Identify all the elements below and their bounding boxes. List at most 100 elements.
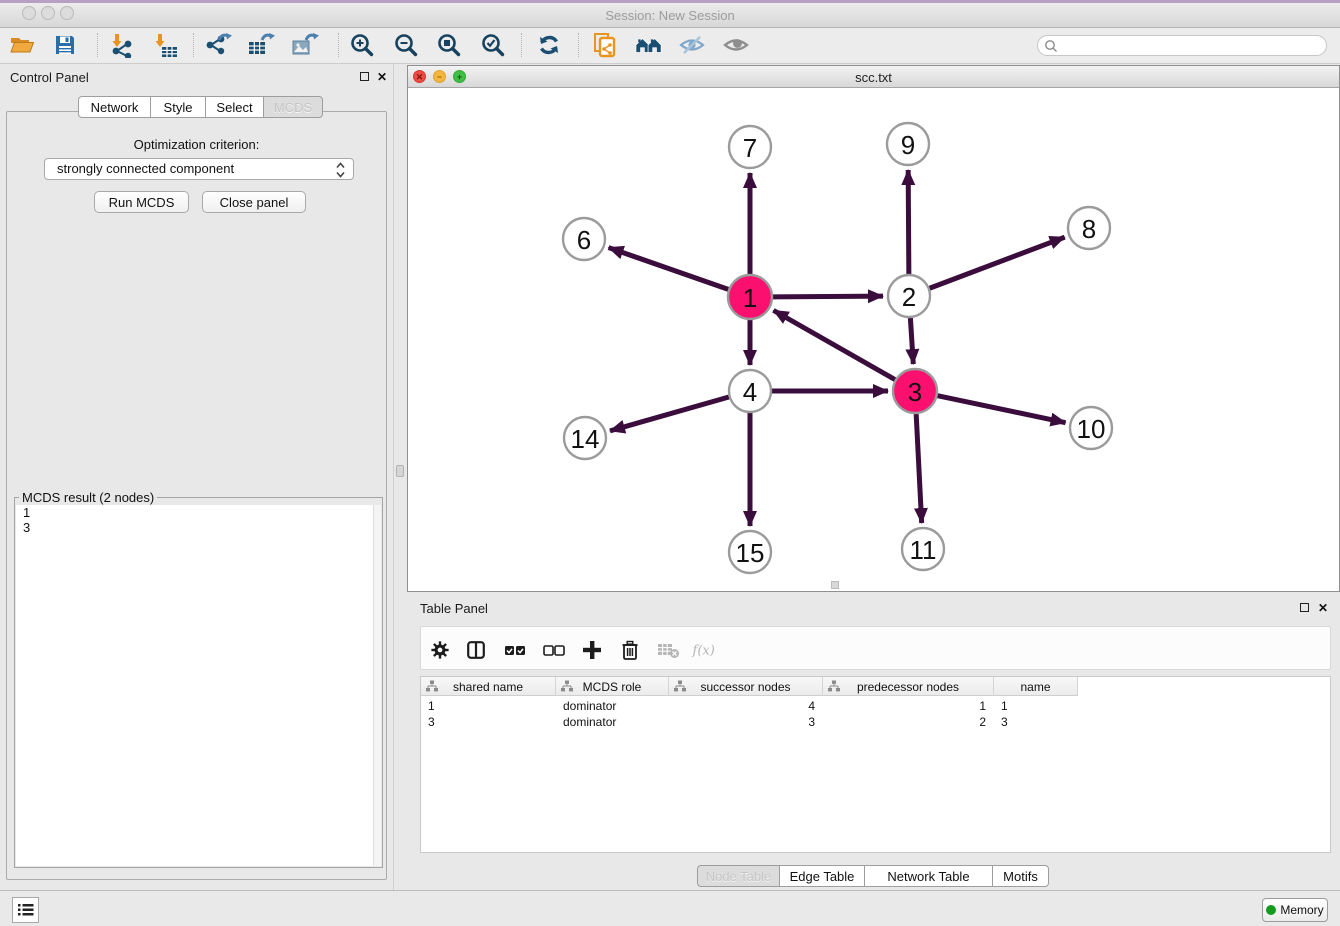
zoom-selected-icon[interactable] xyxy=(479,31,507,59)
panel-splitter-handle[interactable] xyxy=(396,465,404,477)
column-edit-icon xyxy=(674,680,686,692)
save-icon[interactable] xyxy=(51,31,79,59)
unselect-all-icon[interactable] xyxy=(541,637,567,663)
export-network-icon[interactable] xyxy=(204,31,232,59)
toolbar-separator xyxy=(578,33,579,57)
graph-node-label-15: 15 xyxy=(736,538,765,568)
mcds-result-item[interactable]: 3 xyxy=(16,520,381,535)
node-table: shared nameMCDS rolesuccessor nodesprede… xyxy=(420,676,1331,853)
table-panel-header: Table Panel ✕ xyxy=(407,598,1340,620)
search-input[interactable] xyxy=(1037,35,1327,56)
open-folder-icon[interactable] xyxy=(8,31,36,59)
table-cell[interactable]: dominator xyxy=(563,698,666,714)
toolbar-separator xyxy=(97,33,98,57)
import-network-icon[interactable] xyxy=(108,31,136,59)
close-panel-icon[interactable]: ✕ xyxy=(377,71,387,83)
share-document-icon[interactable] xyxy=(591,31,619,59)
graph-node-label-7: 7 xyxy=(743,133,757,163)
toolbar-separator xyxy=(521,33,522,57)
edge-2-3[interactable] xyxy=(910,318,913,364)
mcds-result-item[interactable]: 1 xyxy=(16,505,381,520)
columns-icon[interactable] xyxy=(463,637,489,663)
table-cell[interactable]: 1 xyxy=(823,698,986,714)
table-close-icon[interactable]: ✕ xyxy=(1318,602,1328,614)
table-cell[interactable]: dominator xyxy=(563,714,666,730)
close-panel-button[interactable]: Close panel xyxy=(202,191,306,213)
memory-label: Memory xyxy=(1280,903,1323,917)
column-header-successor-nodes[interactable]: successor nodes xyxy=(669,677,823,696)
gear-icon[interactable] xyxy=(427,637,453,663)
table-cell[interactable]: 4 xyxy=(669,698,815,714)
control-panel-border xyxy=(393,64,394,890)
graph-node-label-2: 2 xyxy=(902,282,916,312)
mcds-result-list[interactable]: 13 xyxy=(16,505,381,866)
window-title: Session: New Session xyxy=(0,8,1340,23)
table-cell[interactable]: 1 xyxy=(1001,698,1075,714)
show-view-icon[interactable] xyxy=(722,31,750,59)
mcds-result-group: MCDS result (2 nodes) 13 xyxy=(14,497,383,868)
optimization-criterion-label: Optimization criterion: xyxy=(6,137,387,152)
float-panel-icon[interactable] xyxy=(360,72,369,81)
table-panel-title: Table Panel xyxy=(420,601,488,616)
canvas-scroll-handle[interactable] xyxy=(831,581,839,589)
table-cell[interactable]: 1 xyxy=(428,698,553,714)
edge-2-9[interactable] xyxy=(908,170,909,274)
zoom-out-icon[interactable] xyxy=(392,31,420,59)
edge-3-10[interactable] xyxy=(938,396,1066,423)
tab-mcds[interactable]: MCDS xyxy=(264,96,323,118)
table-cell[interactable]: 3 xyxy=(669,714,815,730)
edge-4-14[interactable] xyxy=(610,397,729,431)
tab-style[interactable]: Style xyxy=(151,96,206,118)
task-history-button[interactable] xyxy=(12,897,39,923)
window-titlebar: Session: New Session xyxy=(0,3,1340,28)
network-canvas[interactable]: 1234678910111415 xyxy=(408,88,1339,591)
edge-1-2[interactable] xyxy=(773,296,883,297)
graph-node-label-9: 9 xyxy=(901,130,915,160)
import-table-icon[interactable] xyxy=(151,31,179,59)
zoom-fit-icon[interactable] xyxy=(435,31,463,59)
column-header-MCDS-role[interactable]: MCDS role xyxy=(556,677,669,696)
graph-node-label-14: 14 xyxy=(571,424,600,454)
table-cell[interactable]: 2 xyxy=(823,714,986,730)
export-image-icon[interactable] xyxy=(291,31,319,59)
table-float-icon[interactable] xyxy=(1300,603,1309,612)
column-header-predecessor-nodes[interactable]: predecessor nodes xyxy=(823,677,994,696)
column-edit-icon xyxy=(426,680,438,692)
graph-node-label-1: 1 xyxy=(743,283,757,313)
tab-select[interactable]: Select xyxy=(206,96,264,118)
edge-3-11[interactable] xyxy=(916,414,922,523)
table-cell[interactable]: 3 xyxy=(428,714,553,730)
zoom-in-icon[interactable] xyxy=(348,31,376,59)
export-table-icon[interactable] xyxy=(247,31,275,59)
column-edit-icon xyxy=(561,680,573,692)
run-mcds-button[interactable]: Run MCDS xyxy=(94,191,189,213)
control-panel-header: Control Panel ✕ xyxy=(0,64,393,90)
column-header-shared-name[interactable]: shared name xyxy=(421,677,556,696)
column-header-name[interactable]: name xyxy=(994,677,1078,696)
graph-node-label-11: 11 xyxy=(910,535,937,565)
optimization-criterion-select[interactable]: strongly connected component xyxy=(44,158,354,180)
refresh-icon[interactable] xyxy=(535,31,563,59)
select-all-icon[interactable] xyxy=(502,637,528,663)
result-scrollbar[interactable] xyxy=(373,505,381,866)
edge-3-1[interactable] xyxy=(773,310,895,379)
graph-node-label-8: 8 xyxy=(1082,214,1096,244)
memory-button[interactable]: Memory xyxy=(1262,898,1328,922)
table-tab-edge-table[interactable]: Edge Table xyxy=(780,865,865,887)
table-tab-motifs[interactable]: Motifs xyxy=(993,865,1049,887)
add-row-icon[interactable] xyxy=(579,637,605,663)
table-cell[interactable]: 3 xyxy=(1001,714,1075,730)
dropdown-stepper-icon xyxy=(335,161,346,185)
table-tab-network-table[interactable]: Network Table xyxy=(865,865,993,887)
hide-view-icon[interactable] xyxy=(678,31,706,59)
toolbar-separator xyxy=(193,33,194,57)
edge-1-6[interactable] xyxy=(609,248,729,290)
tab-network[interactable]: Network xyxy=(78,96,151,118)
delete-row-icon[interactable] xyxy=(617,637,643,663)
network-window-titlebar[interactable]: ✕ − + scc.txt xyxy=(408,66,1339,88)
edge-2-8[interactable] xyxy=(930,237,1065,288)
home-view-icon[interactable] xyxy=(635,31,663,59)
network-window-title: scc.txt xyxy=(408,70,1339,85)
table-tab-node-table[interactable]: Node Table xyxy=(697,865,780,887)
table-header-row: shared nameMCDS rolesuccessor nodesprede… xyxy=(421,677,1078,696)
